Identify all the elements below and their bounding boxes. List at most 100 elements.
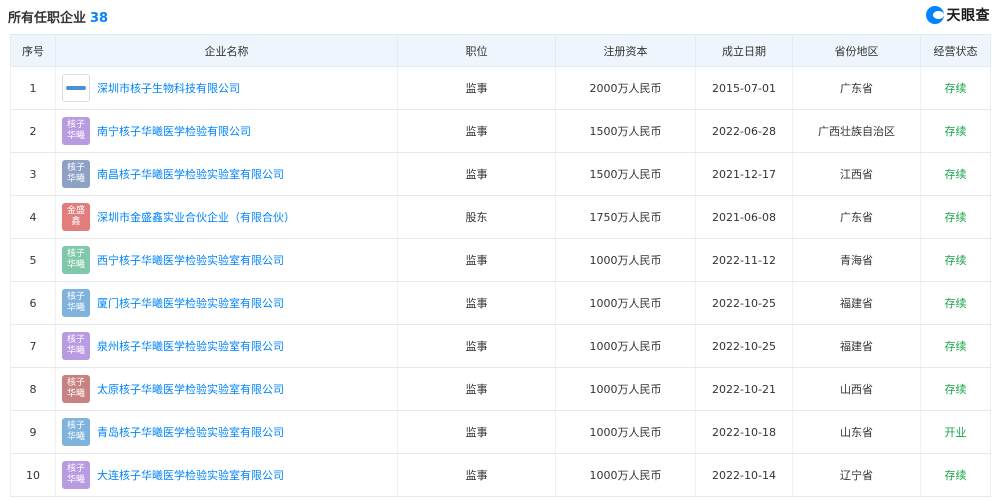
capital-cell: 2000万人民币 (555, 66, 696, 110)
logo-text: 华曦 (66, 389, 85, 399)
col-header-position[interactable]: 职位 (397, 34, 556, 67)
brand-name: 天眼查 (946, 8, 990, 24)
company-cell: 核子 华曦 大连核子华曦医学检验实验室有限公司 (55, 453, 398, 497)
company-name-link[interactable]: 大连核子华曦医学检验实验室有限公司 (97, 467, 284, 483)
logo-text: 华曦 (66, 174, 85, 184)
company-logo-icon: 核子 华曦 (62, 332, 90, 360)
table-header-row: 序号 企业名称 职位 注册资本 成立日期 省份地区 经营状态 (10, 34, 991, 67)
company-name-link[interactable]: 南宁核子华曦医学检验有限公司 (97, 123, 251, 139)
position-cell: 监事 (397, 66, 556, 110)
date-cell: 2022-10-25 (695, 324, 793, 368)
position-cell: 股东 (397, 195, 556, 239)
company-logo-icon: 核子 华曦 (62, 246, 90, 274)
company-name-link[interactable]: 深圳市核子生物科技有限公司 (97, 80, 240, 96)
position-cell: 监事 (397, 367, 556, 411)
position-cell: 监事 (397, 324, 556, 368)
status-cell: 存续 (920, 281, 991, 325)
company-logo-icon: 核子 华曦 (62, 461, 90, 489)
table-row: 5 核子 华曦 西宁核子华曦医学检验实验室有限公司 监事 1000万人民币 2022-11-… (10, 238, 991, 282)
table-row: 10 核子 华曦 大连核子华曦医学检验实验室有限公司 监事 1000万人民币 2022-10… (10, 453, 991, 497)
row-index: 1 (10, 66, 56, 110)
company-logo-icon: 核子 华曦 (62, 418, 90, 446)
section-title: 所有任职企业 38 (8, 7, 108, 26)
region-cell: 福建省 (792, 281, 921, 325)
col-header-company[interactable]: 企业名称 (55, 34, 398, 67)
row-index: 2 (10, 109, 56, 153)
company-name-link[interactable]: 泉州核子华曦医学检验实验室有限公司 (97, 338, 284, 354)
region-cell: 山东省 (792, 410, 921, 454)
region-cell: 青海省 (792, 238, 921, 282)
date-cell: 2022-11-12 (695, 238, 793, 282)
row-index: 9 (10, 410, 56, 454)
date-cell: 2022-10-25 (695, 281, 793, 325)
table-row: 6 核子 华曦 厦门核子华曦医学检验实验室有限公司 监事 1000万人民币 2022-10-… (10, 281, 991, 325)
table-row: 3 核子 华曦 南昌核子华曦医学检验实验室有限公司 监事 1500万人民币 2021-12-… (10, 152, 991, 196)
position-cell: 监事 (397, 238, 556, 282)
position-cell: 监事 (397, 281, 556, 325)
col-header-date[interactable]: 成立日期 (695, 34, 793, 67)
logo-text: 核子 (66, 163, 85, 173)
company-logo-icon: 核子 华曦 (62, 160, 90, 188)
region-cell: 江西省 (792, 152, 921, 196)
status-cell: 存续 (920, 195, 991, 239)
date-cell: 2022-06-28 (695, 109, 793, 153)
logo-text: 核子 (66, 249, 85, 259)
status-cell: 存续 (920, 66, 991, 110)
company-name-link[interactable]: 青岛核子华曦医学检验实验室有限公司 (97, 424, 284, 440)
logo-text: 核子 (66, 120, 85, 130)
company-name-link[interactable]: 西宁核子华曦医学检验实验室有限公司 (97, 252, 284, 268)
company-name-link[interactable]: 太原核子华曦医学检验实验室有限公司 (97, 381, 284, 397)
row-index: 8 (10, 367, 56, 411)
col-header-region[interactable]: 省份地区 (792, 34, 921, 67)
company-cell: 核子 华曦 厦门核子华曦医学检验实验室有限公司 (55, 281, 398, 325)
capital-cell: 1000万人民币 (555, 410, 696, 454)
status-cell: 开业 (920, 410, 991, 454)
date-cell: 2022-10-21 (695, 367, 793, 411)
table-row: 9 核子 华曦 青岛核子华曦医学检验实验室有限公司 监事 1000万人民币 2022-10-… (10, 410, 991, 454)
capital-cell: 1500万人民币 (555, 109, 696, 153)
logo-text: 核子 (66, 464, 85, 474)
region-cell: 辽宁省 (792, 453, 921, 497)
table-row: 7 核子 华曦 泉州核子华曦医学检验实验室有限公司 监事 1000万人民币 2022-10-… (10, 324, 991, 368)
row-index: 3 (10, 152, 56, 196)
position-cell: 监事 (397, 152, 556, 196)
col-header-status[interactable]: 经营状态 (920, 34, 991, 67)
date-cell: 2022-10-18 (695, 410, 793, 454)
company-logo-icon: 核子 华曦 (62, 117, 90, 145)
company-cell: 深圳市核子生物科技有限公司 (55, 66, 398, 110)
position-cell: 监事 (397, 109, 556, 153)
region-cell: 广东省 (792, 195, 921, 239)
logo-text: 华曦 (66, 475, 85, 485)
brand-logo: 天眼查 (925, 5, 991, 25)
region-cell: 山西省 (792, 367, 921, 411)
capital-cell: 1500万人民币 (555, 152, 696, 196)
logo-mark (66, 86, 86, 90)
logo-text: 核子 (66, 335, 85, 345)
capital-cell: 1000万人民币 (555, 453, 696, 497)
company-count: 38 (90, 11, 109, 26)
logo-text: 华曦 (66, 303, 85, 313)
logo-text: 核子 (66, 421, 85, 431)
company-name-link[interactable]: 厦门核子华曦医学检验实验室有限公司 (97, 295, 284, 311)
status-cell: 存续 (920, 238, 991, 282)
status-cell: 存续 (920, 324, 991, 368)
logo-text: 华曦 (66, 346, 85, 356)
logo-text: 核子 (66, 292, 85, 302)
table-row: 1 深圳市核子生物科技有限公司 监事 2000万人民币 2015-07-01 广东省 存续 (10, 66, 991, 110)
position-cell: 监事 (397, 410, 556, 454)
logo-text: 华曦 (66, 432, 85, 442)
status-cell: 存续 (920, 152, 991, 196)
company-name-link[interactable]: 深圳市金盛鑫实业合伙企业（有限合伙） (97, 209, 295, 225)
company-name-link[interactable]: 南昌核子华曦医学检验实验室有限公司 (97, 166, 284, 182)
company-cell: 核子 华曦 青岛核子华曦医学检验实验室有限公司 (55, 410, 398, 454)
col-header-capital[interactable]: 注册资本 (555, 34, 696, 67)
table-row: 4 金盛鑫深圳市金盛鑫实业合伙企业（有限合伙） 股东 1750万人民币 2021-06-… (10, 195, 991, 239)
row-index: 4 (10, 195, 56, 239)
logo-text: 华曦 (66, 131, 85, 141)
logo-text: 金盛 (66, 206, 85, 216)
row-index: 5 (10, 238, 56, 282)
company-logo-icon (62, 74, 90, 102)
date-cell: 2021-06-08 (695, 195, 793, 239)
col-header-index[interactable]: 序号 (10, 34, 56, 67)
position-cell: 监事 (397, 453, 556, 497)
